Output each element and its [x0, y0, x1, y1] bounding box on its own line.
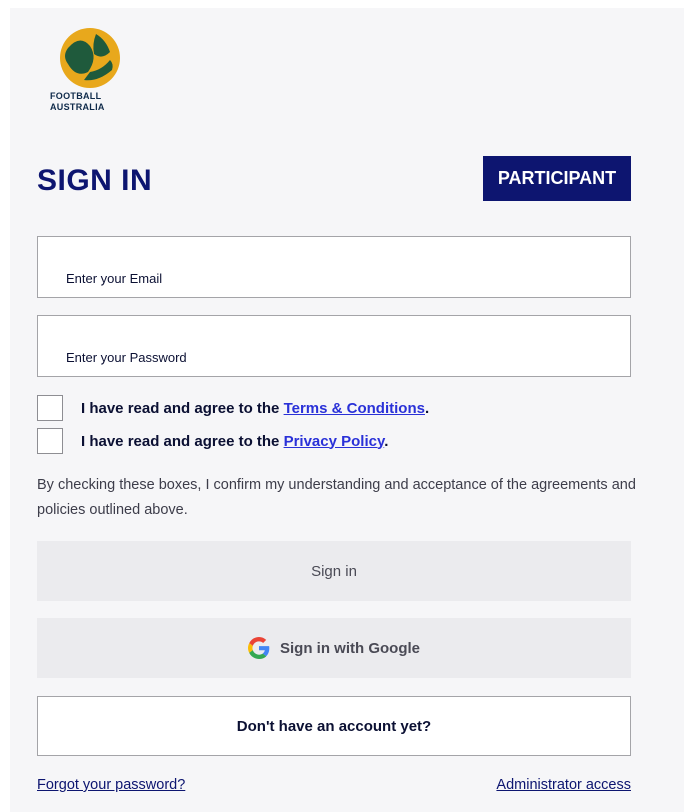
- football-australia-logo[interactable]: FOOTBALL AUSTRALIA: [50, 26, 132, 112]
- logo-text-line1: FOOTBALL: [50, 91, 102, 101]
- google-sign-in-label: Sign in with Google: [280, 639, 420, 657]
- terms-suffix: .: [424, 399, 430, 417]
- password-input[interactable]: [64, 349, 608, 366]
- create-account-label: Don't have an account yet?: [236, 717, 432, 735]
- page-title: SIGN IN: [37, 164, 153, 197]
- privacy-label: I have read and agree to the Privacy Pol…: [81, 433, 388, 450]
- privacy-checkbox[interactable]: [37, 428, 63, 454]
- google-sign-in-button[interactable]: Sign in with Google: [37, 618, 631, 678]
- google-icon: [248, 637, 270, 659]
- privacy-row: I have read and agree to the Privacy Pol…: [37, 427, 388, 455]
- agreement-note: By checking these boxes, I confirm my un…: [37, 477, 636, 518]
- sign-in-label: Sign in: [311, 562, 357, 580]
- sign-in-page: FOOTBALL AUSTRALIA SIGN IN PARTICIPANT I…: [10, 8, 684, 812]
- password-field[interactable]: [37, 315, 631, 377]
- participant-badge: PARTICIPANT: [483, 156, 631, 201]
- email-field[interactable]: [37, 236, 631, 298]
- terms-prefix: I have read and agree to the: [81, 399, 284, 417]
- email-input[interactable]: [64, 270, 608, 287]
- privacy-suffix: .: [384, 432, 389, 450]
- logo-text-line2: AUSTRALIA: [50, 102, 105, 112]
- terms-label: I have read and agree to the Terms & Con…: [81, 400, 429, 417]
- forgot-password-link[interactable]: Forgot your password?: [37, 777, 185, 793]
- privacy-link[interactable]: Privacy Policy: [284, 433, 385, 450]
- create-account-button[interactable]: Don't have an account yet?: [37, 696, 631, 756]
- privacy-prefix: I have read and agree to the: [81, 432, 284, 450]
- terms-link[interactable]: Terms & Conditions: [284, 400, 425, 417]
- terms-checkbox[interactable]: [37, 395, 63, 421]
- sign-in-button[interactable]: Sign in: [37, 541, 631, 601]
- administrator-access-link[interactable]: Administrator access: [496, 777, 631, 793]
- terms-row: I have read and agree to the Terms & Con…: [37, 394, 429, 422]
- football-australia-logo-icon: [60, 28, 120, 88]
